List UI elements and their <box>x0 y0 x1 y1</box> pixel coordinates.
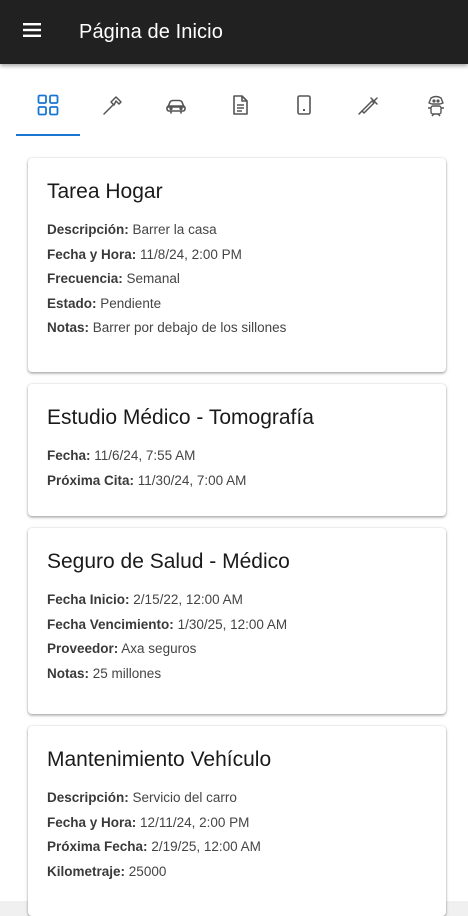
field-status: Estado: Pendiente <box>47 295 162 311</box>
mobile-phone-icon <box>293 94 315 121</box>
field-next-date: Próxima Fecha: 2/19/25, 12:00 AM <box>47 839 261 854</box>
hamburger-menu-icon <box>23 22 41 42</box>
card-health-insurance[interactable]: Seguro de Salud - Médico Fecha Inicio: 2… <box>28 528 446 714</box>
card-home-task[interactable]: Tarea Hogar Descripción: Barrer la casa … <box>28 158 446 372</box>
field-date: Fecha: 11/6/24, 7:55 AM <box>47 448 196 463</box>
card-title: Estudio Médico - Tomografía <box>47 406 314 429</box>
field-date-time: Fecha y Hora: 12/11/24, 2:00 PM <box>47 814 250 830</box>
card-vehicle-maintenance[interactable]: Mantenimiento Vehículo Descripción: Serv… <box>28 726 446 916</box>
field-notes: Notas: 25 millones <box>47 665 162 681</box>
card-medical-study[interactable]: Estudio Médico - Tomografía Fecha: 11/6/… <box>28 384 446 516</box>
field-mileage: Kilometraje: 25000 <box>47 863 167 879</box>
field-description: Descripción: Servicio del carro <box>47 790 237 805</box>
page-title: Página de Inicio <box>79 20 223 43</box>
tab-selected-indicator <box>16 134 80 136</box>
hammer-icon <box>101 94 123 121</box>
reminder-list: Tarea Hogar Descripción: Barrer la casa … <box>0 140 468 916</box>
field-expiry-date: Fecha Vencimiento: 1/30/25, 12:00 AM <box>47 616 288 632</box>
field-description: Descripción: Barrer la casa <box>47 222 217 237</box>
field-next-appointment: Próxima Cita: 11/30/24, 7:00 AM <box>47 472 247 488</box>
tab-pets[interactable] <box>404 84 468 136</box>
field-provider: Proveedor: Axa seguros <box>47 641 197 656</box>
document-icon <box>229 94 251 121</box>
car-icon <box>165 94 187 121</box>
tab-all[interactable] <box>16 84 80 136</box>
field-frequency: Frecuencia: Semanal <box>47 271 180 286</box>
tab-vehicle[interactable] <box>144 84 208 136</box>
field-start-date: Fecha Inicio: 2/15/22, 12:00 AM <box>47 592 243 607</box>
card-title: Seguro de Salud - Médico <box>47 550 290 573</box>
tab-home-tasks[interactable] <box>80 84 144 136</box>
dog-icon <box>424 94 448 123</box>
card-title: Tarea Hogar <box>47 180 163 203</box>
grid-icon <box>37 94 59 121</box>
tab-devices[interactable] <box>272 84 336 136</box>
app-bar: Página de Inicio <box>0 0 468 64</box>
field-date-time: Fecha y Hora: 11/8/24, 2:00 PM <box>47 246 242 262</box>
card-title: Mantenimiento Vehículo <box>47 748 272 771</box>
tab-documents[interactable] <box>208 84 272 136</box>
menu-button[interactable] <box>0 0 64 64</box>
tab-health[interactable] <box>336 84 400 136</box>
category-tabs <box>0 64 468 140</box>
syringe-icon <box>357 94 379 121</box>
field-notes: Notas: Barrer por debajo de los sillones <box>47 320 287 335</box>
